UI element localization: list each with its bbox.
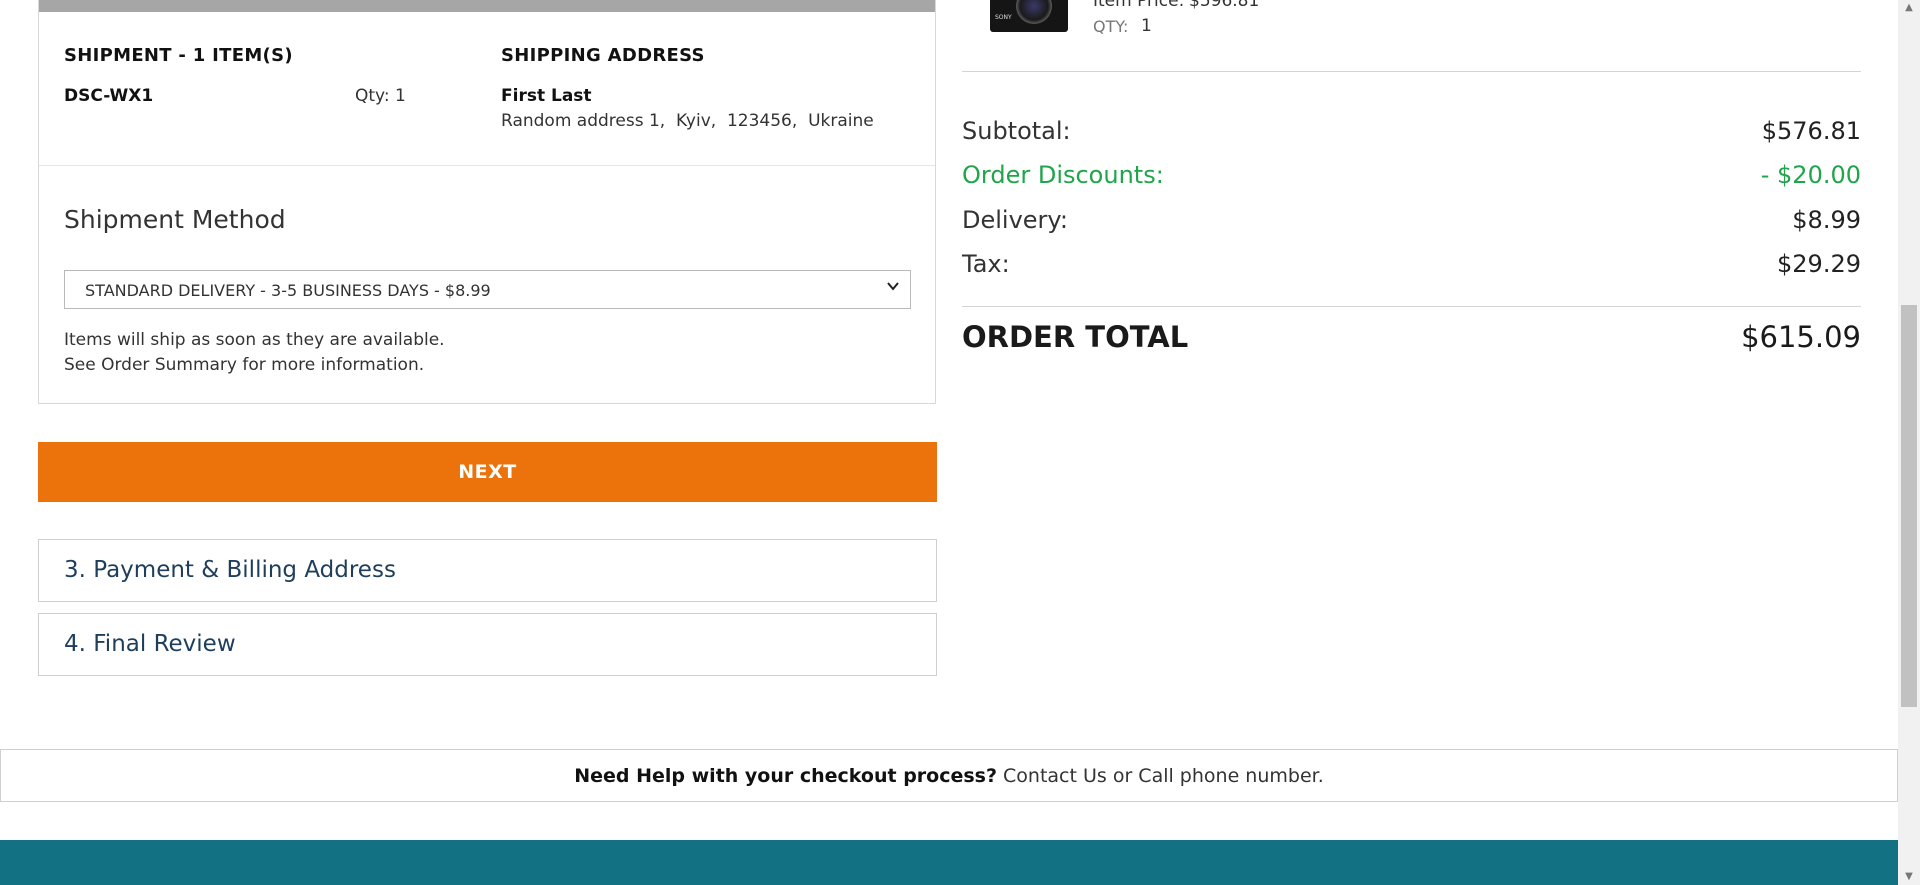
shipping-address-header: SHIPPING ADDRESS	[501, 45, 705, 66]
tax-value: $29.29	[1777, 250, 1861, 278]
help-bar: Need Help with your checkout process? Co…	[0, 749, 1898, 802]
product-brand-text: SONY	[995, 14, 1012, 21]
step-final-review-label: 4. Final Review	[64, 631, 236, 657]
summary-divider-top	[962, 71, 1861, 72]
delivery-label: Delivery:	[962, 206, 1068, 234]
help-bold-text: Need Help with your checkout process?	[574, 764, 998, 787]
shipping-address-line: Random address 1, Kyiv, 123456, Ukraine	[501, 111, 874, 131]
item-qty-value: 1	[1141, 16, 1152, 36]
item-price-label: Item Price:	[1093, 0, 1185, 11]
item-price-value: $596.81	[1189, 0, 1260, 11]
shipment-method-select[interactable]: STANDARD DELIVERY - 3-5 BUSINESS DAYS - …	[64, 270, 911, 309]
shipment-panel: SHIPMENT - 1 ITEM(S) DSC-WX1 Qty: 1 SHIP…	[38, 0, 936, 404]
step-payment-billing-label: 3. Payment & Billing Address	[64, 557, 396, 583]
shipment-top-bar	[39, 0, 935, 12]
shipment-note-line-2: See Order Summary for more information.	[64, 355, 425, 375]
shipping-address-name: First Last	[501, 86, 592, 106]
discount-label: Order Discounts:	[962, 161, 1164, 189]
summary-divider-total	[962, 306, 1861, 307]
help-contact-link[interactable]: Contact Us or Call phone number.	[1003, 765, 1324, 787]
shipment-item-name: DSC-WX1	[64, 86, 154, 106]
order-total-label: ORDER TOTAL	[962, 320, 1189, 354]
item-qty-label: QTY:	[1093, 17, 1129, 36]
shipment-method-title: Shipment Method	[64, 205, 286, 234]
scrollbar-thumb[interactable]	[1901, 305, 1917, 707]
arrow-up-icon[interactable]: ▲	[1901, 0, 1917, 16]
subtotal-label: Subtotal:	[962, 117, 1071, 145]
shipment-note-line-1: Items will ship as soon as they are avai…	[64, 330, 445, 350]
camera-lens-icon	[1016, 0, 1052, 24]
tax-label: Tax:	[962, 250, 1010, 278]
arrow-down-icon[interactable]: ▼	[1901, 869, 1917, 885]
delivery-value: $8.99	[1792, 206, 1861, 234]
chevron-down-icon	[887, 282, 899, 291]
shipment-divider	[39, 165, 935, 166]
shipment-item-qty: Qty: 1	[355, 86, 406, 106]
footer-band	[0, 840, 1898, 885]
discount-value: - $20.00	[1760, 161, 1861, 189]
subtotal-value: $576.81	[1761, 117, 1861, 145]
next-button[interactable]: NEXT	[38, 442, 937, 502]
order-total-value: $615.09	[1741, 320, 1861, 354]
step-payment-billing[interactable]: 3. Payment & Billing Address	[38, 539, 937, 602]
step-final-review[interactable]: 4. Final Review	[38, 613, 937, 676]
shipment-header: SHIPMENT - 1 ITEM(S)	[64, 45, 293, 66]
product-thumbnail: SONY	[990, 0, 1068, 32]
shipment-method-selected-value: STANDARD DELIVERY - 3-5 BUSINESS DAYS - …	[85, 281, 491, 300]
